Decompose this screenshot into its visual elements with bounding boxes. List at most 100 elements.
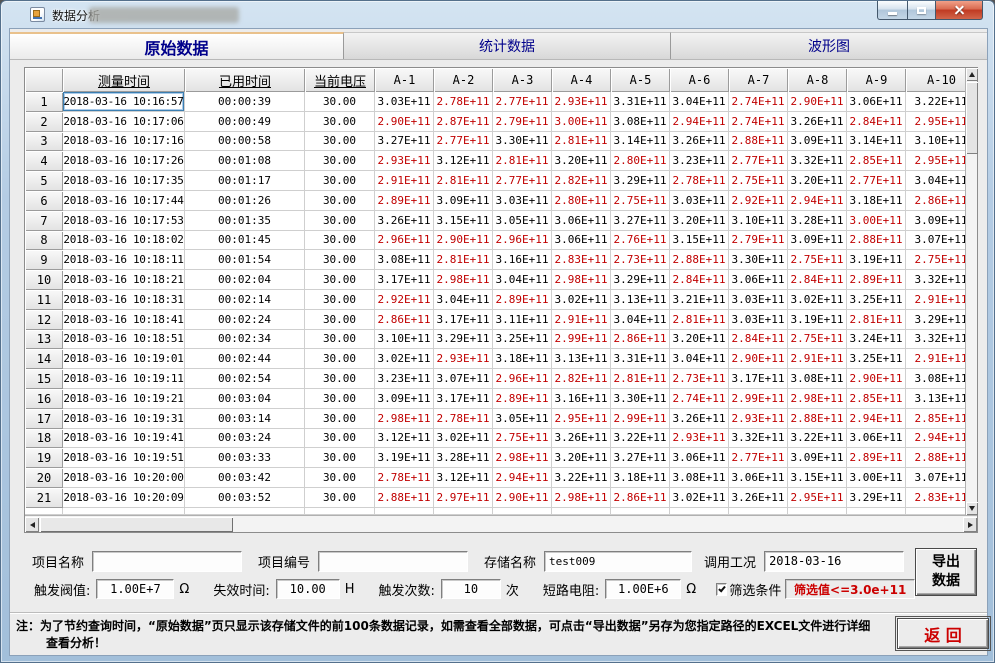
cell-time[interactable]: 2018-03-16 10:18:11 <box>63 250 185 270</box>
scroll-left-button[interactable] <box>25 517 39 532</box>
cell-a3[interactable]: 3.16E+11 <box>493 250 552 270</box>
cell-a2[interactable]: 3.09E+11 <box>434 191 493 211</box>
cell-a1[interactable]: 2.92E+11 <box>375 290 434 310</box>
cell-voltage[interactable]: 30.00 <box>305 290 375 310</box>
cell-a8[interactable]: 2.94E+11 <box>788 191 847 211</box>
cell-a1[interactable]: 3.09E+11 <box>375 389 434 409</box>
cell-a2[interactable]: 3.07E+11 <box>434 369 493 389</box>
cell-a9[interactable]: 2.77E+11 <box>847 171 906 191</box>
cell-elapsed[interactable]: 00:02:24 <box>185 310 305 330</box>
cell-voltage[interactable]: 30.00 <box>305 409 375 429</box>
cell-a7[interactable]: 3.06E+11 <box>729 270 788 290</box>
cell-a3[interactable]: 2.81E+11 <box>493 151 552 171</box>
cell-voltage[interactable]: 30.00 <box>305 250 375 270</box>
cell-elapsed[interactable]: 00:02:44 <box>185 349 305 369</box>
export-data-button[interactable]: 导出 数据 <box>915 548 977 596</box>
cell-a9[interactable]: 2.88E+11 <box>847 231 906 251</box>
cell-a4[interactable]: 2.99E+11 <box>552 330 611 350</box>
cell-a4[interactable]: 3.26E+11 <box>552 429 611 449</box>
cell-a7[interactable]: 3.03E+11 <box>729 310 788 330</box>
cell-a2[interactable]: 3.17E+11 <box>434 310 493 330</box>
cell-a3[interactable]: 2.75E+11 <box>493 429 552 449</box>
cell-a8[interactable]: 2.90E+11 <box>788 92 847 112</box>
col-header[interactable]: A-7 <box>729 68 788 92</box>
cell-a6[interactable]: 3.23E+11 <box>670 151 729 171</box>
cell-time[interactable]: 2018-03-16 10:17:06 <box>63 112 185 132</box>
cell-a3[interactable]: 3.05E+11 <box>493 409 552 429</box>
cell-a4[interactable]: 3.02E+11 <box>552 290 611 310</box>
cell-time[interactable]: 2018-03-16 10:20:09 <box>63 488 185 508</box>
cell-a5[interactable]: 2.80E+11 <box>611 151 670 171</box>
cell-voltage[interactable]: 30.00 <box>305 488 375 508</box>
cell-a9[interactable]: 3.06E+11 <box>847 92 906 112</box>
cell-time[interactable]: 2018-03-16 10:17:44 <box>63 191 185 211</box>
cell-a6[interactable]: 3.02E+11 <box>670 488 729 508</box>
cell-a9[interactable]: 3.29E+11 <box>847 488 906 508</box>
cell-time[interactable]: 2018-03-16 10:16:57 <box>63 92 185 112</box>
cell-a9[interactable]: 2.89E+11 <box>847 270 906 290</box>
cell-a6[interactable]: 2.73E+11 <box>670 369 729 389</box>
row-number[interactable]: 18 <box>25 429 63 449</box>
cell-a3[interactable]: 3.30E+11 <box>493 132 552 152</box>
cell-a7[interactable]: 2.74E+11 <box>729 92 788 112</box>
row-number[interactable]: 8 <box>25 231 63 251</box>
col-header[interactable]: A-8 <box>788 68 847 92</box>
cell-a5[interactable]: 3.14E+11 <box>611 132 670 152</box>
cell-time[interactable]: 2018-03-16 10:20:00 <box>63 468 185 488</box>
row-number[interactable]: 17 <box>25 409 63 429</box>
cell-a6[interactable]: 3.20E+11 <box>670 330 729 350</box>
cell-a1[interactable]: 2.96E+11 <box>375 231 434 251</box>
cell-elapsed[interactable]: 00:03:04 <box>185 389 305 409</box>
cell-a4[interactable]: 3.00E+11 <box>552 112 611 132</box>
cell-voltage[interactable]: 30.00 <box>305 448 375 468</box>
cell-a9[interactable]: 3.19E+11 <box>847 250 906 270</box>
col-header[interactable]: A-9 <box>847 68 906 92</box>
cell-a4[interactable]: 2.93E+11 <box>552 92 611 112</box>
cell-a4[interactable]: 2.98E+11 <box>552 270 611 290</box>
maximize-button[interactable] <box>907 1 936 20</box>
cell-time[interactable]: 2018-03-16 10:18:31 <box>63 290 185 310</box>
cell-a9[interactable]: 2.89E+11 <box>847 448 906 468</box>
cell-a6[interactable]: 2.78E+11 <box>670 171 729 191</box>
cell-time[interactable]: 2018-03-16 10:19:01 <box>63 349 185 369</box>
cell-a2[interactable]: 3.15E+11 <box>434 211 493 231</box>
condition-input[interactable] <box>764 551 904 572</box>
cell-voltage[interactable]: 30.00 <box>305 231 375 251</box>
cell-a4[interactable]: 3.20E+11 <box>552 448 611 468</box>
cell-a7[interactable]: 3.26E+11 <box>729 488 788 508</box>
cell-a7[interactable]: 2.92E+11 <box>729 191 788 211</box>
corner-header[interactable] <box>25 68 63 92</box>
col-header[interactable]: A-2 <box>434 68 493 92</box>
cell-a2[interactable]: 2.98E+11 <box>434 270 493 290</box>
failure-time-input[interactable] <box>276 579 340 599</box>
cell-a6[interactable]: 3.21E+11 <box>670 290 729 310</box>
cell-a6[interactable]: 2.94E+11 <box>670 112 729 132</box>
cell-elapsed[interactable]: 00:02:34 <box>185 330 305 350</box>
cell-a6[interactable]: 3.20E+11 <box>670 211 729 231</box>
cell-a8[interactable]: 3.28E+11 <box>788 211 847 231</box>
cell-voltage[interactable]: 30.00 <box>305 151 375 171</box>
cell-a3[interactable]: 2.79E+11 <box>493 112 552 132</box>
cell-a4[interactable]: 3.20E+11 <box>552 151 611 171</box>
cell-a3[interactable]: 2.94E+11 <box>493 468 552 488</box>
cell-elapsed[interactable]: 00:03:33 <box>185 448 305 468</box>
cell-a4[interactable]: 3.06E+11 <box>552 211 611 231</box>
cell-a1[interactable]: 3.23E+11 <box>375 369 434 389</box>
cell-time[interactable]: 2018-03-16 10:19:21 <box>63 389 185 409</box>
cell-a5[interactable]: 3.08E+11 <box>611 112 670 132</box>
cell-voltage[interactable]: 30.00 <box>305 211 375 231</box>
cell-elapsed[interactable]: 00:01:17 <box>185 171 305 191</box>
cell-a8[interactable]: 2.88E+11 <box>788 409 847 429</box>
col-header[interactable]: A-4 <box>552 68 611 92</box>
cell-a9[interactable]: 2.90E+11 <box>847 369 906 389</box>
row-number[interactable]: 2 <box>25 112 63 132</box>
cell-a6[interactable]: 3.26E+11 <box>670 409 729 429</box>
cell-a2[interactable]: 3.17E+11 <box>434 389 493 409</box>
cell-a8[interactable]: 2.91E+11 <box>788 349 847 369</box>
cell-a9[interactable]: 2.84E+11 <box>847 112 906 132</box>
cell-a2[interactable]: 3.28E+11 <box>434 448 493 468</box>
row-number[interactable]: 19 <box>25 448 63 468</box>
cell-a4[interactable]: 2.82E+11 <box>552 171 611 191</box>
cell-a5[interactable]: 2.86E+11 <box>611 488 670 508</box>
row-number[interactable]: 21 <box>25 488 63 508</box>
